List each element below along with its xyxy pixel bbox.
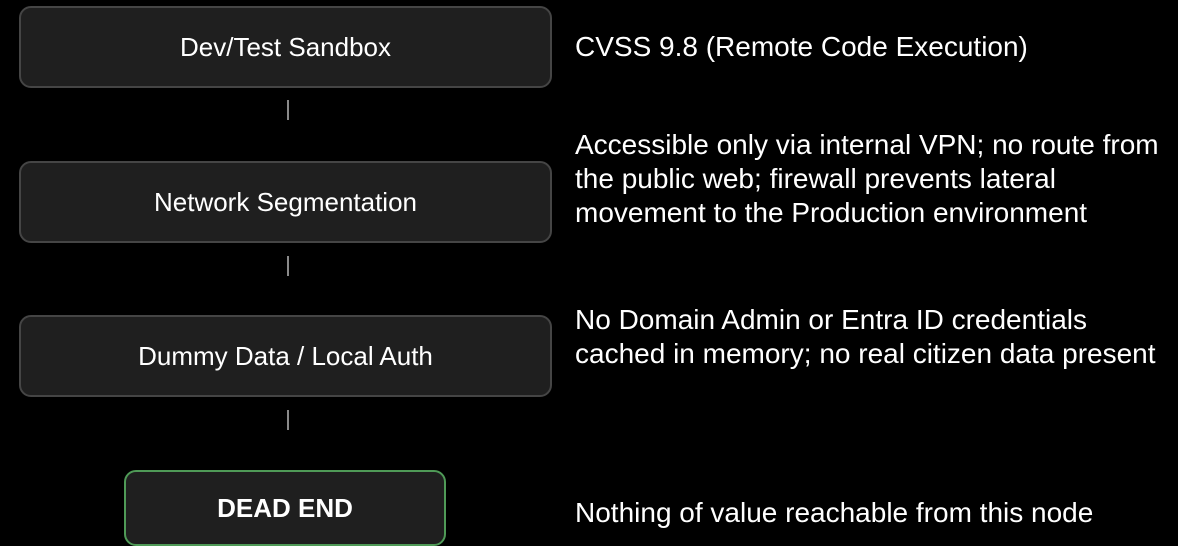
node-dummy-data-local-auth: Dummy Data / Local Auth <box>19 315 552 397</box>
node-label: Dummy Data / Local Auth <box>138 340 433 371</box>
connector-line <box>287 100 289 120</box>
node-network-segmentation: Network Segmentation <box>19 161 552 243</box>
note-cvss: CVSS 9.8 (Remote Code Execution) <box>575 31 1028 62</box>
note-network-segmentation: Accessible only via internal VPN; no rou… <box>575 129 1159 228</box>
note-dummy-data: No Domain Admin or Entra ID credentials … <box>575 304 1156 369</box>
node-label: Dev/Test Sandbox <box>179 31 391 62</box>
node-label: DEAD END <box>217 492 353 523</box>
node-label: Network Segmentation <box>153 186 418 217</box>
node-dead-end: DEAD END <box>124 470 446 546</box>
connector-line <box>287 410 289 430</box>
connector-line <box>287 256 289 276</box>
node-dev-test-sandbox: Dev/Test Sandbox <box>19 6 552 88</box>
note-dead-end: Nothing of value reachable from this nod… <box>575 497 1094 528</box>
